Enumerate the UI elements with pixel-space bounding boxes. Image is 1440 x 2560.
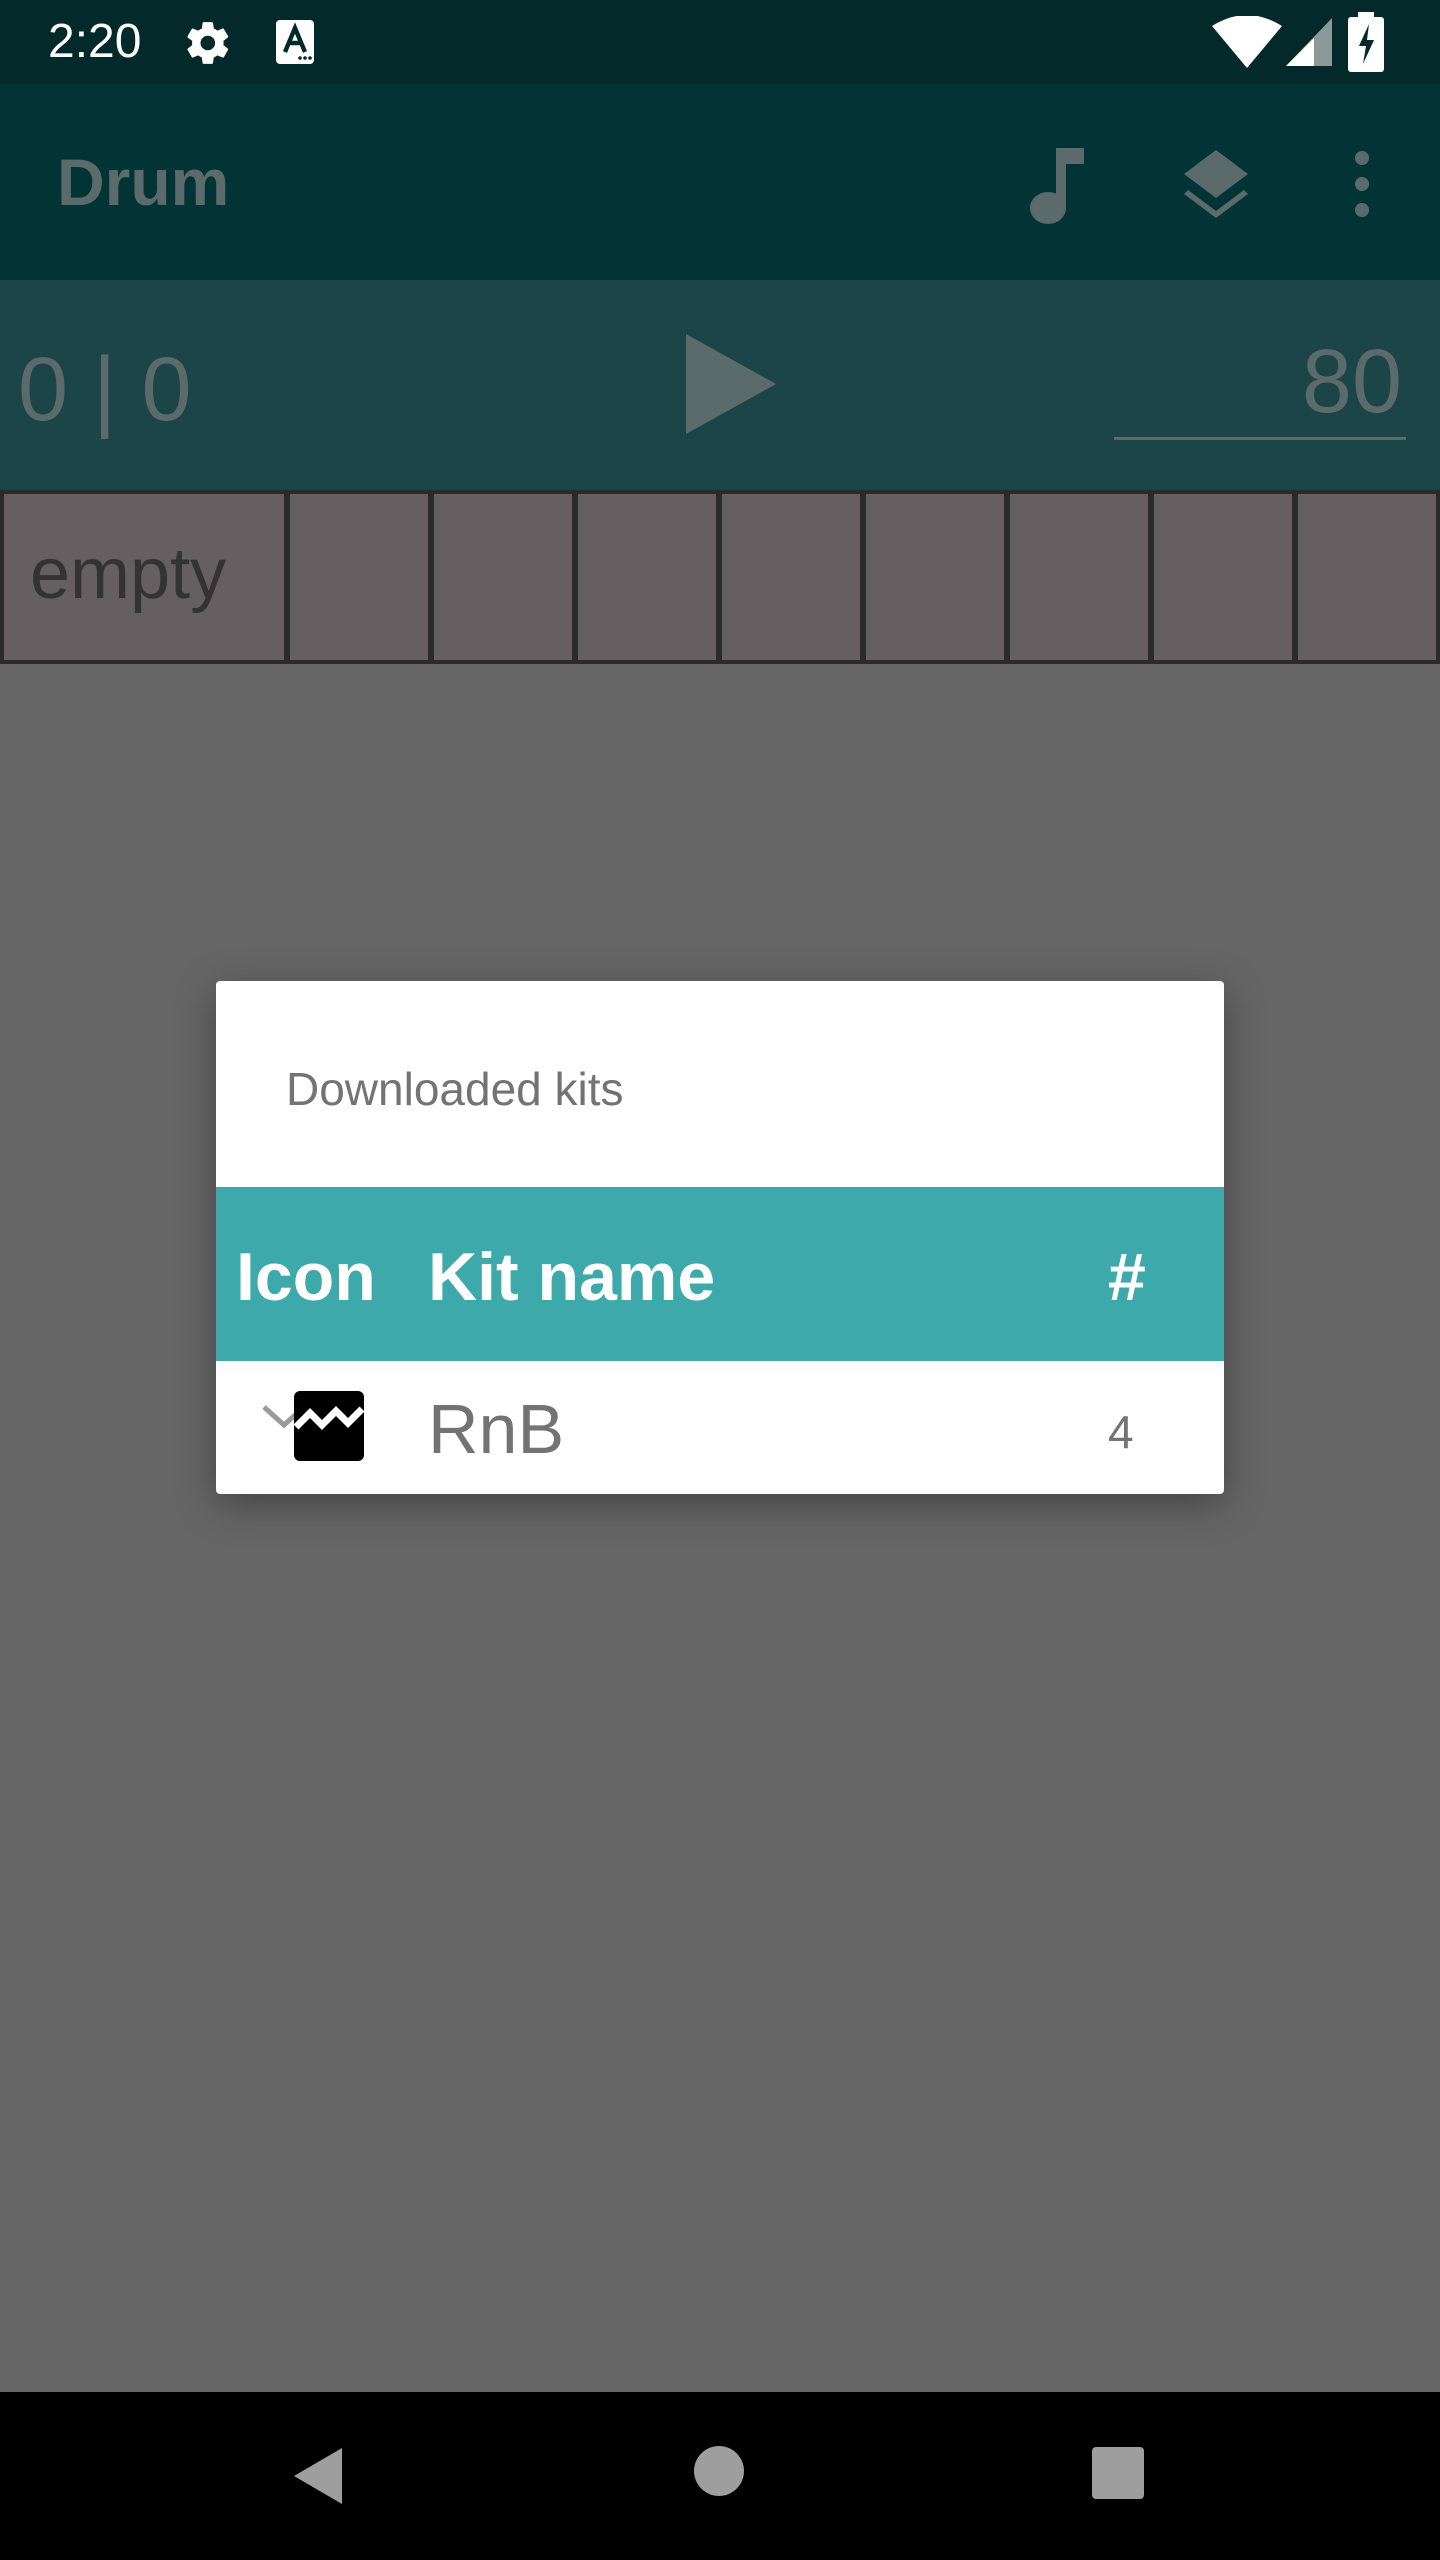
kit-row[interactable]: RnB 4 <box>216 1365 1224 1494</box>
pad-cell[interactable] <box>1010 494 1148 660</box>
cell-signal-icon <box>1286 18 1332 66</box>
back-icon[interactable] <box>290 2446 350 2506</box>
pad-cell[interactable] <box>1154 494 1292 660</box>
pad-cell[interactable] <box>722 494 860 660</box>
play-icon[interactable] <box>680 334 780 434</box>
broken-image-glyph <box>293 1406 365 1430</box>
recents-icon[interactable] <box>1092 2447 1144 2499</box>
downloaded-kits-dialog: Downloaded kits Icon Kit name # RnB 4 <box>216 981 1224 1494</box>
battery-charging-icon <box>1348 12 1384 72</box>
transport-bar: 0 | 0 80 <box>0 280 1440 490</box>
music-note-icon[interactable] <box>1014 144 1090 228</box>
app-bar: Drum <box>0 84 1440 280</box>
dialog-title: Downloaded kits <box>286 1063 624 1115</box>
wifi-icon <box>1212 16 1282 68</box>
column-header-count: # <box>1108 1239 1146 1315</box>
tempo-value: 80 <box>1301 332 1402 432</box>
kit-count: 4 <box>1108 1406 1134 1458</box>
bar-beat-counter: 0 | 0 <box>18 340 192 440</box>
pad-cell[interactable] <box>290 494 428 660</box>
status-bar: 2:20 <box>0 0 1440 84</box>
pad-cell[interactable]: empty <box>4 494 284 660</box>
status-time: 2:20 <box>48 15 142 68</box>
settings-gear-icon <box>187 22 229 64</box>
layers-icon[interactable] <box>1176 144 1256 224</box>
column-header-kit-name: Kit name <box>428 1239 716 1315</box>
pad-cell[interactable] <box>578 494 716 660</box>
pad-row: empty <box>0 490 1440 664</box>
column-header-icon: Icon <box>236 1239 376 1315</box>
kit-name: RnB <box>428 1390 565 1468</box>
pad-cell[interactable] <box>434 494 572 660</box>
tempo-input[interactable]: 80 <box>1114 330 1406 440</box>
home-icon[interactable] <box>694 2446 744 2496</box>
navigation-bar <box>0 2392 1440 2560</box>
table-header: Icon Kit name # <box>216 1187 1224 1361</box>
more-options-icon[interactable] <box>1344 144 1380 224</box>
pad-label: empty <box>30 534 227 614</box>
pad-cell[interactable] <box>866 494 1004 660</box>
app-title: Drum <box>57 145 230 219</box>
broken-image-icon <box>293 1391 365 1461</box>
keyboard-a-icon <box>276 20 314 64</box>
pad-cell[interactable] <box>1298 494 1436 660</box>
